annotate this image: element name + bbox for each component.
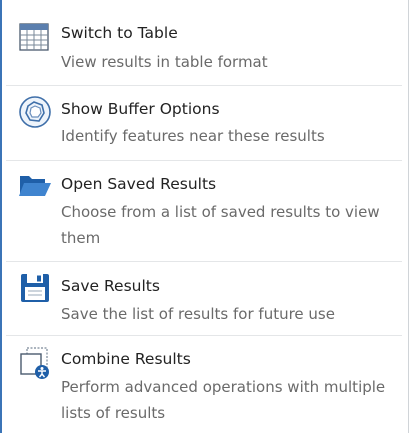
combine-icon [17,345,53,381]
table-icon [17,20,53,56]
menu-item-description: Save the list of results for future use [61,305,335,323]
menu-item-open-saved-results[interactable]: Open Saved Results Choose from a list of… [2,161,408,261]
menu-item-combine-results[interactable]: Combine Results Perform advanced operati… [2,336,408,433]
menu-item-description: Identify features near these results [61,127,325,145]
menu-item-description: View results in table format [61,53,268,71]
menu-item-save-results[interactable]: Save Results Save the list of results fo… [2,262,408,335]
menu-item-switch-to-table[interactable]: Switch to Table View results in table fo… [2,0,408,85]
menu-item-title: Show Buffer Options [61,100,220,118]
save-icon [17,270,53,306]
menu-item-description: Choose from a list of saved results to v… [61,203,380,247]
menu-item-show-buffer-options[interactable]: Show Buffer Options Identify features ne… [2,86,408,160]
buffer-icon [17,94,53,130]
folder-open-icon [17,167,53,203]
menu-item-description: Perform advanced operations with multipl… [61,378,386,422]
menu-item-title: Save Results [61,277,160,295]
menu-item-title: Combine Results [61,350,191,368]
results-options-menu: Switch to Table View results in table fo… [0,0,409,433]
menu-item-title: Open Saved Results [61,175,217,193]
menu-item-title: Switch to Table [61,24,178,42]
